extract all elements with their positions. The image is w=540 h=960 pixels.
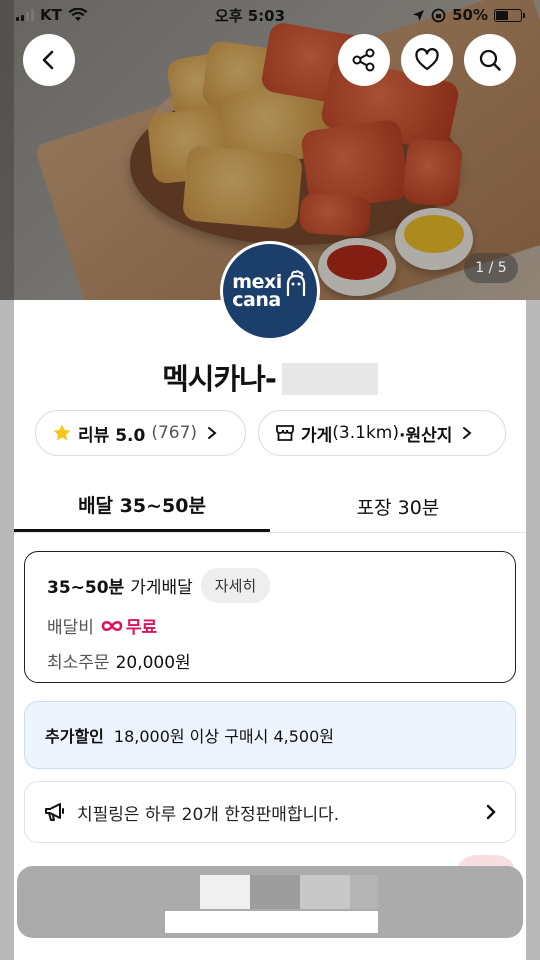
review-button[interactable]: 리뷰 5.0 (767)	[35, 410, 246, 456]
discount-text: 18,000원 이상 구매시 4,500원	[113, 727, 334, 746]
location-arrow-icon	[413, 9, 425, 21]
store-name: 멕시카나-	[0, 356, 540, 398]
delivery-type: 가게배달	[130, 578, 193, 598]
redacted-block	[165, 911, 378, 933]
image-counter: 1 / 5	[464, 253, 518, 283]
signal-icon	[16, 9, 34, 21]
extra-discount-banner[interactable]: 추가할인 18,000원 이상 구매시 4,500원	[24, 701, 516, 769]
redacted-block	[250, 875, 300, 909]
favorite-button[interactable]	[401, 34, 453, 86]
chicken-logo-icon	[286, 270, 305, 296]
redacted-block	[350, 875, 378, 909]
discount-label: 추가할인	[45, 727, 104, 746]
chevron-right-icon	[207, 426, 217, 440]
share-icon	[352, 48, 375, 72]
status-bar: KT 오후 5:03 50%	[0, 0, 540, 30]
store-icon	[276, 425, 294, 441]
store-distance: (3.1km)	[332, 423, 399, 443]
cart-bar[interactable]	[17, 866, 523, 938]
tab-pickup[interactable]: 포장 30분	[270, 480, 526, 532]
back-button[interactable]	[23, 34, 75, 86]
min-order-label: 최소주문	[47, 653, 110, 673]
store-logo: mexi cana	[220, 241, 320, 341]
order-type-tabs: 배달 35~50분 포장 30분	[14, 480, 526, 533]
store-origin-button[interactable]: 가게 (3.1km) ·원산지	[258, 410, 506, 456]
logo-text-line2: cana	[232, 289, 281, 311]
min-order-value: 20,000원	[115, 653, 191, 673]
chevron-right-icon	[462, 426, 472, 440]
carrier-label: KT	[40, 6, 62, 24]
rotation-lock-icon	[431, 8, 446, 22]
delivery-info-card: 35~50분 가게배달 자세히 배달비 무료 최소주문 20,000원	[24, 551, 516, 683]
delivery-detail-button[interactable]: 자세히	[200, 568, 271, 603]
megaphone-icon	[45, 803, 64, 821]
search-button[interactable]	[464, 34, 516, 86]
star-icon	[53, 424, 71, 441]
infinity-icon	[101, 620, 123, 631]
delivery-time: 35~50분	[47, 578, 125, 598]
delivery-fee-value: 무료	[125, 618, 158, 638]
redacted-block	[281, 363, 378, 395]
battery-icon	[494, 8, 525, 22]
review-count: (767)	[151, 423, 198, 443]
store-label: 가게	[301, 425, 333, 446]
redacted-block	[200, 875, 250, 909]
origin-label: ·원산지	[399, 425, 453, 446]
wifi-icon	[68, 8, 88, 21]
tab-delivery[interactable]: 배달 35~50분	[14, 480, 270, 532]
redacted-block	[300, 875, 350, 909]
dim-edge	[0, 0, 14, 300]
battery-percent: 50%	[452, 6, 488, 24]
notice-text: 치필링은 하루 20개 한정판매합니다.	[77, 804, 340, 825]
clock: 오후 5:03	[214, 6, 286, 25]
chevron-right-icon	[486, 804, 496, 820]
delivery-fee-label: 배달비	[47, 618, 94, 638]
chevron-left-icon	[42, 50, 54, 70]
review-score: 리뷰 5.0	[78, 425, 146, 446]
share-button[interactable]	[338, 34, 390, 86]
store-name-text: 멕시카나-	[162, 362, 277, 396]
search-icon	[479, 49, 501, 71]
heart-icon	[415, 48, 439, 71]
store-notice[interactable]: 치필링은 하루 20개 한정판매합니다.	[24, 781, 516, 843]
